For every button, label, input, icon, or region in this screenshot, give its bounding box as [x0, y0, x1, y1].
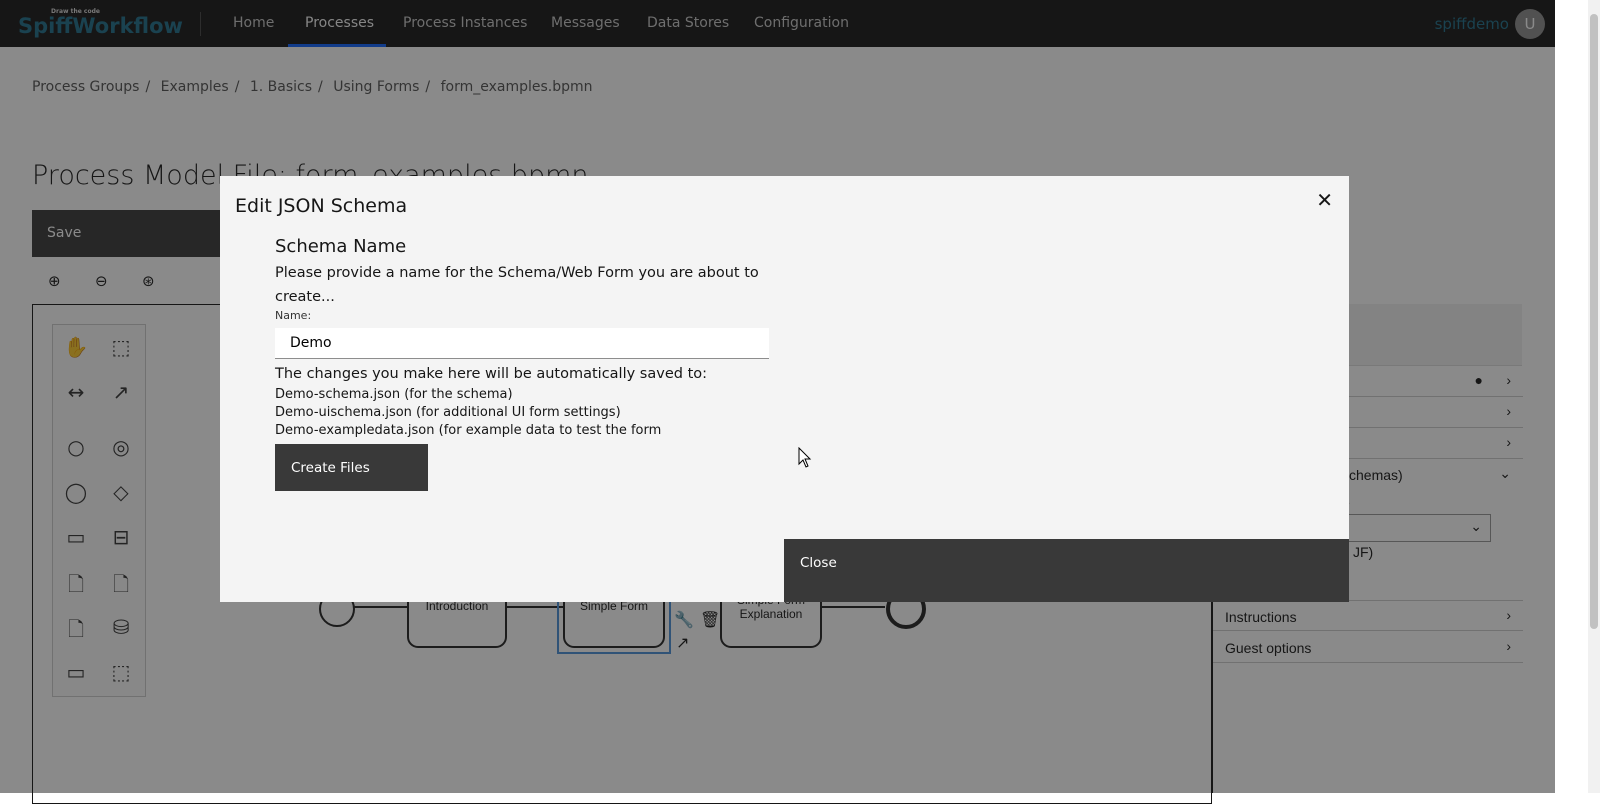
name-label: Name: [275, 309, 312, 322]
schema-name-heading: Schema Name [275, 236, 407, 257]
prompt-text: Please provide a name for the Schema/Web… [275, 265, 759, 305]
create-files-button[interactable]: Create Files [275, 444, 428, 491]
scrollbar-thumb[interactable] [1590, 14, 1598, 629]
edit-json-schema-modal: Edit JSON Schema ✕ Schema Name Please pr… [220, 176, 1349, 602]
mouse-cursor-icon [798, 447, 812, 468]
modal-title: Edit JSON Schema [235, 195, 408, 217]
close-icon[interactable]: ✕ [1316, 188, 1333, 212]
scrollbar[interactable] [1588, 0, 1600, 793]
file-item: Demo-schema.json (for the schema) [275, 387, 513, 402]
close-button[interactable]: Close [784, 539, 1349, 602]
file-item: Demo-uischema.json (for additional UI fo… [275, 405, 621, 420]
file-item: Demo-exampledata.json (for example data … [275, 423, 662, 438]
name-input[interactable] [275, 328, 769, 359]
saved-to-text: The changes you make here will be automa… [275, 366, 708, 382]
